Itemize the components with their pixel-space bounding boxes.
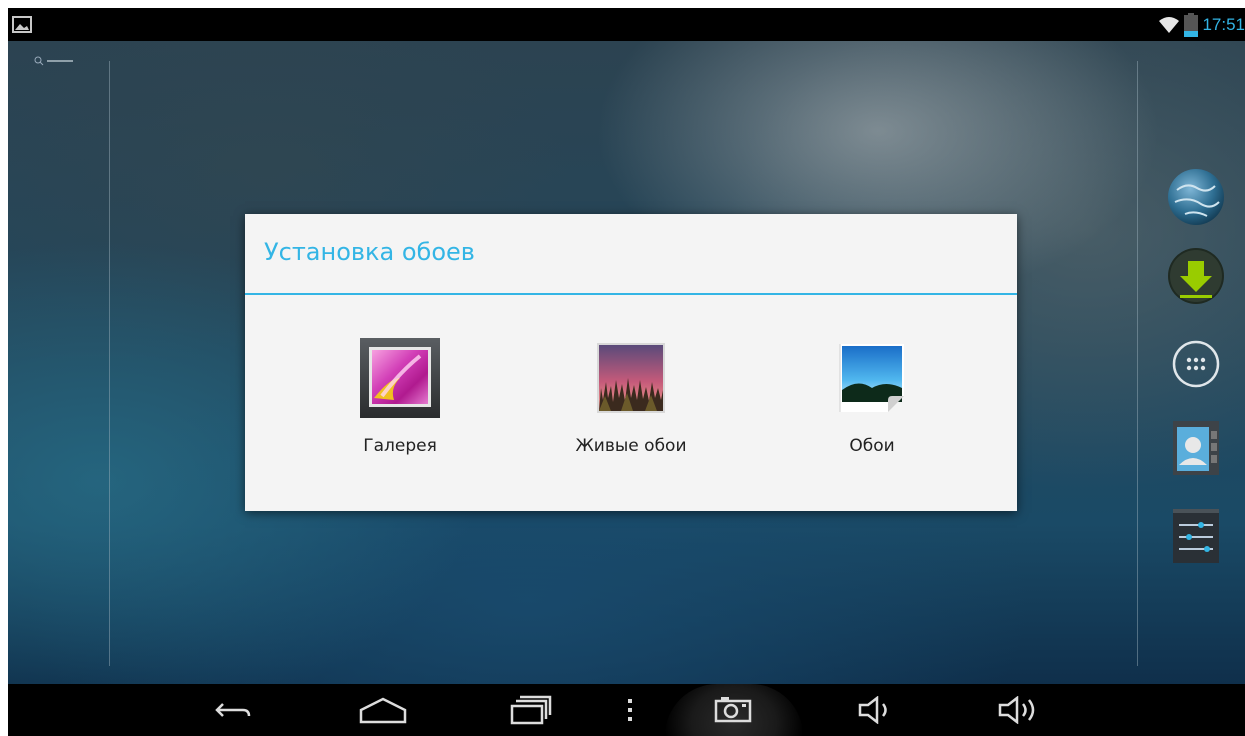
browser-globe-icon[interactable] xyxy=(1167,168,1225,226)
wallpapers-icon xyxy=(832,338,912,418)
option-label: Обои xyxy=(849,436,895,456)
menu-button[interactable] xyxy=(618,690,642,730)
status-bar: 17:51 xyxy=(8,8,1245,41)
all-apps-icon[interactable] xyxy=(1167,335,1225,393)
volume-down-icon xyxy=(858,696,887,724)
menu-icon xyxy=(628,699,632,721)
option-gallery[interactable]: Галерея xyxy=(310,338,490,468)
screenshot-icon xyxy=(714,697,752,723)
option-label: Живые обои xyxy=(575,436,687,456)
home-button[interactable] xyxy=(353,690,413,730)
back-button[interactable] xyxy=(208,690,258,730)
wallpaper-chooser-dialog: Установка обоев Галерея Живые обои Обои xyxy=(245,214,1017,511)
search-hint-icon[interactable] xyxy=(34,56,88,66)
settings-icon[interactable] xyxy=(1167,507,1225,565)
recent-apps-icon xyxy=(510,695,552,725)
volume-down-button[interactable] xyxy=(854,690,900,730)
back-icon xyxy=(215,703,251,717)
recent-apps-button[interactable] xyxy=(506,690,556,730)
android-screen: 17:51 Установка обоев Галерея Живые обои… xyxy=(8,8,1245,736)
download-icon[interactable] xyxy=(1167,247,1225,305)
dialog-title-divider xyxy=(245,293,1017,295)
battery-icon xyxy=(1184,13,1199,37)
option-label: Галерея xyxy=(363,436,437,456)
wifi-icon xyxy=(1159,17,1180,33)
status-time: 17:51 xyxy=(1202,15,1245,34)
dialog-title: Установка обоев xyxy=(264,238,475,266)
navigation-bar xyxy=(8,684,1245,736)
live-wallpapers-icon xyxy=(591,338,671,418)
screenshot-button[interactable] xyxy=(708,690,758,730)
volume-up-icon xyxy=(998,696,1035,724)
option-live-wallpapers[interactable]: Живые обои xyxy=(541,338,721,468)
image-notification-icon xyxy=(12,16,32,33)
home-icon xyxy=(359,697,407,724)
contacts-icon[interactable] xyxy=(1167,419,1225,477)
option-wallpapers[interactable]: Обои xyxy=(782,338,962,468)
workspace-right-edge xyxy=(1137,61,1138,666)
gallery-icon xyxy=(360,338,440,418)
volume-up-button[interactable] xyxy=(996,690,1042,730)
workspace-left-edge xyxy=(109,61,110,666)
